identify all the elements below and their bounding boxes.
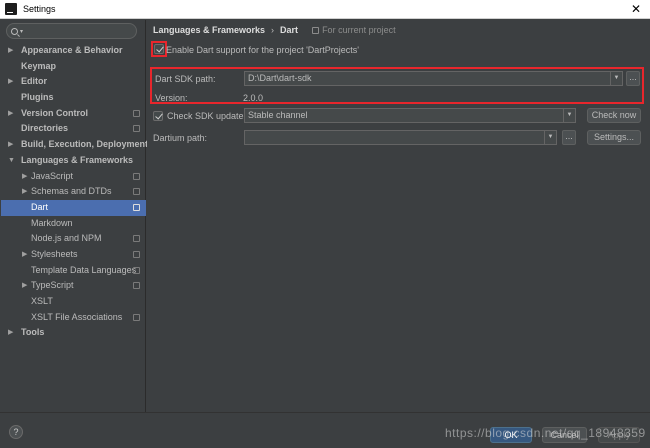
sidebar-item-label: JavaScript [31, 170, 74, 181]
sdk-path-label: Dart SDK path: [155, 74, 216, 84]
sidebar-item-label: XSLT File Associations [31, 311, 123, 322]
collapsed-arrow-icon[interactable]: ▶ [8, 325, 13, 341]
sidebar-item-label: Version Control [21, 107, 89, 118]
collapsed-arrow-icon[interactable]: ▶ [22, 184, 27, 200]
enable-dart-label: Enable Dart support for the project 'Dar… [166, 45, 360, 55]
breadcrumb-separator: › [271, 25, 275, 35]
sidebar-item[interactable]: Dart [1, 199, 146, 216]
project-scope-icon [133, 188, 140, 196]
settings-sidebar: ▾ ▶ Appearance & Behavior Keymap ▶ Editor Plu… [1, 20, 149, 412]
check-update-checkbox[interactable] [153, 111, 163, 121]
project-scope-icon [133, 250, 140, 258]
expanded-arrow-icon[interactable]: ▼ [8, 153, 15, 169]
enable-dart-checkbox[interactable] [154, 44, 164, 54]
breadcrumb: Languages & Frameworks › Dart For curren… [153, 25, 396, 35]
update-channel-select[interactable]: Stable channel ▼ [244, 108, 576, 123]
sidebar-item[interactable]: ▶ Build, Execution, Deployment [1, 137, 149, 153]
window-title: Settings [23, 4, 56, 14]
scope-text: For current project [322, 25, 396, 35]
sidebar-item[interactable]: Node.js and NPM [1, 231, 146, 247]
sdk-path-value: D:\Dart\dart-sdk [248, 73, 312, 83]
sidebar-item[interactable]: XSLT [1, 294, 146, 310]
sidebar-item-label: Editor [21, 76, 47, 87]
sidebar-item[interactable]: Markdown [1, 216, 146, 232]
breadcrumb-item-languages[interactable]: Languages & Frameworks [153, 25, 265, 35]
watermark-text: https://blog.csdn.net/qq_18948359 [445, 426, 646, 440]
project-scope-icon [133, 266, 140, 274]
sidebar-item[interactable]: ▶ Version Control [1, 106, 146, 122]
chevron-down-icon[interactable]: ▼ [610, 72, 622, 85]
sidebar-item-label: Build, Execution, Deployment [21, 139, 149, 150]
collapsed-arrow-icon[interactable]: ▶ [8, 43, 13, 59]
sidebar-item[interactable]: ▶ Stylesheets [1, 247, 146, 263]
dartium-path-label: Dartium path: [153, 133, 208, 143]
close-icon[interactable]: ✕ [631, 2, 641, 16]
collapsed-arrow-icon[interactable]: ▶ [22, 278, 27, 294]
project-scope-icon [312, 26, 320, 34]
sidebar-item-label: Directories [21, 123, 69, 134]
dartium-settings-button[interactable]: Settings... [587, 130, 641, 145]
sidebar-item-label: Stylesheets [31, 248, 78, 259]
app-icon [5, 3, 17, 15]
sidebar-item-label: Languages & Frameworks [21, 154, 134, 165]
sidebar-item-label: Dart [31, 201, 49, 212]
check-update-label: Check SDK update: [167, 111, 247, 121]
sidebar-item-label: TypeScript [31, 280, 74, 291]
dartium-path-input[interactable]: ▼ [244, 130, 557, 145]
sidebar-item-label: Keymap [21, 60, 57, 71]
sidebar-item-label: Tools [21, 327, 45, 338]
sidebar-item[interactable]: ▶ JavaScript [1, 169, 146, 185]
sidebar-item[interactable]: ▶ Appearance & Behavior [1, 43, 146, 59]
chevron-down-icon[interactable]: ▼ [563, 109, 575, 122]
sidebar-item[interactable]: ▶ TypeScript [1, 278, 146, 294]
dialog-footer: ? OK Cancel Apply https://blog.csdn.net/… [0, 412, 650, 448]
project-scope-icon [133, 203, 140, 211]
settings-tree: ▶ Appearance & Behavior Keymap ▶ Editor Plugi… [1, 43, 149, 341]
search-icon [11, 27, 18, 35]
scope-label: For current project [312, 25, 396, 35]
collapsed-arrow-icon[interactable]: ▶ [22, 169, 27, 185]
sidebar-item[interactable]: Directories [1, 121, 146, 137]
sdk-browse-button[interactable]: ... [626, 71, 640, 86]
project-scope-icon [133, 172, 140, 180]
sidebar-item-label: Template Data Languages [31, 264, 137, 275]
title-bar: Settings ✕ [0, 0, 650, 19]
chevron-down-icon[interactable]: ▼ [544, 131, 556, 144]
sidebar-item-label: Schemas and DTDs [31, 186, 112, 197]
project-scope-icon [133, 235, 140, 243]
sdk-path-input[interactable]: D:\Dart\dart-sdk ▼ [244, 71, 623, 86]
project-scope-icon [133, 109, 140, 117]
version-label: Version: [155, 93, 188, 103]
version-value: 2.0.0 [243, 93, 264, 103]
breadcrumb-item-dart: Dart [280, 25, 299, 35]
collapsed-arrow-icon[interactable]: ▶ [8, 106, 13, 122]
sidebar-item[interactable]: Keymap [1, 59, 146, 75]
sidebar-item[interactable]: Template Data Languages [1, 263, 146, 279]
sidebar-item-label: Node.js and NPM [31, 233, 102, 244]
dartium-browse-button[interactable]: ... [562, 130, 576, 145]
project-scope-icon [133, 313, 140, 321]
project-scope-icon [133, 282, 140, 290]
chevron-down-icon: ▾ [20, 28, 24, 35]
sidebar-item-label: XSLT [31, 296, 53, 306]
sidebar-item-label: Plugins [21, 92, 54, 103]
sidebar-item[interactable]: ▶ Schemas and DTDs [1, 184, 146, 200]
sidebar-item[interactable]: XSLT File Associations [1, 310, 146, 326]
search-input[interactable]: ▾ [6, 23, 137, 39]
sidebar-item-label: Appearance & Behavior [21, 45, 123, 55]
collapsed-arrow-icon[interactable]: ▶ [8, 74, 13, 90]
collapsed-arrow-icon[interactable]: ▶ [8, 137, 13, 153]
sidebar-item[interactable]: ▶ Editor [1, 74, 146, 90]
sidebar-item[interactable]: ▼ Languages & Frameworks [1, 153, 146, 169]
sidebar-item[interactable]: Plugins [1, 90, 146, 106]
update-channel-value: Stable channel [248, 110, 308, 120]
check-now-button[interactable]: Check now [587, 108, 641, 123]
help-icon[interactable]: ? [9, 425, 23, 439]
dart-settings-panel: Languages & Frameworks › Dart For curren… [147, 20, 650, 412]
sidebar-item-label: Markdown [31, 217, 73, 228]
project-scope-icon [133, 125, 140, 133]
collapsed-arrow-icon[interactable]: ▶ [22, 247, 27, 263]
sidebar-item[interactable]: ▶ Tools [1, 325, 146, 341]
